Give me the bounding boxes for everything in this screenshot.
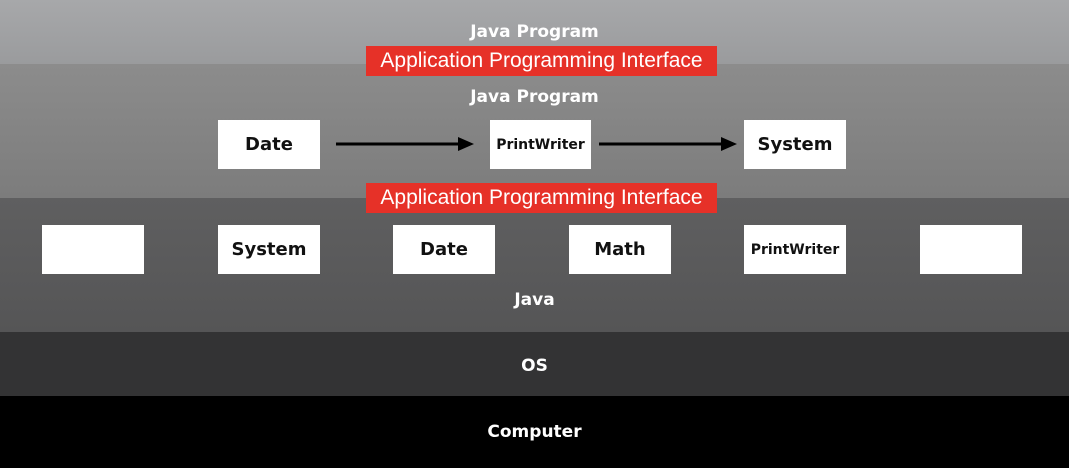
arrow-icon xyxy=(599,137,737,151)
top-program-label: Java Program xyxy=(470,22,599,42)
java-class-box-date: Date xyxy=(393,225,495,274)
java-class-box-math: Math xyxy=(569,225,671,274)
java-layer xyxy=(0,198,1069,332)
program-box-date: Date xyxy=(218,120,320,169)
api-label-bottom: Application Programming Interface xyxy=(366,183,717,213)
java-class-box-system: System xyxy=(218,225,320,274)
java-class-box-printwriter: PrintWriter xyxy=(744,225,846,274)
os-label: OS xyxy=(521,356,548,376)
api-label-top: Application Programming Interface xyxy=(366,46,717,76)
program-box-printwriter: PrintWriter xyxy=(490,120,591,169)
java-label: Java xyxy=(514,290,555,310)
computer-label: Computer xyxy=(487,422,582,442)
program-box-system: System xyxy=(744,120,846,169)
arrow-icon xyxy=(336,137,474,151)
java-class-box-empty xyxy=(42,225,144,274)
program-label: Java Program xyxy=(470,87,599,107)
java-class-box-empty xyxy=(920,225,1022,274)
